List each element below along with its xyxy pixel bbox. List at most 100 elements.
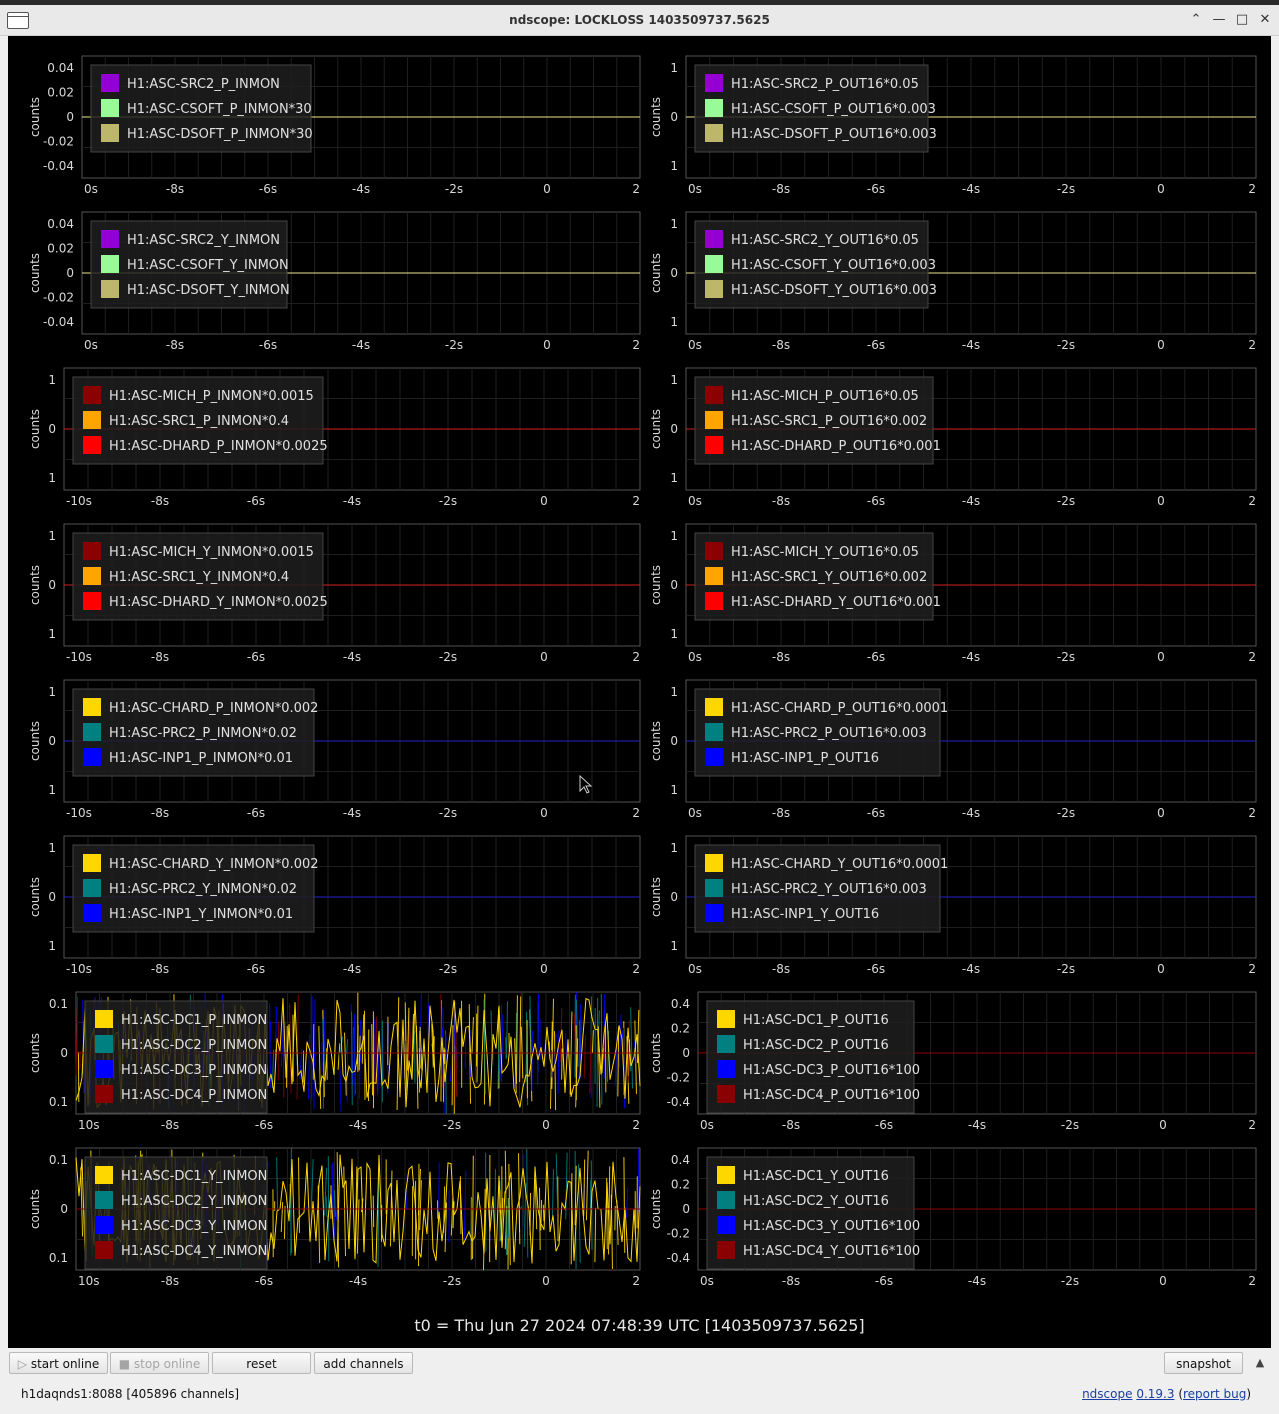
- signal-trace: [637, 1148, 640, 1212]
- y-tick-label: 0: [48, 578, 56, 592]
- x-tick-label: -8s: [772, 962, 790, 976]
- ndscope-link[interactable]: ndscope: [1082, 1387, 1132, 1401]
- minimize-icon[interactable]: —: [1210, 11, 1228, 29]
- x-tick-label: -8s: [772, 650, 790, 664]
- signal-trace: [515, 995, 518, 1084]
- legend-swatch: [83, 592, 101, 610]
- x-tick-label: -4s: [962, 182, 980, 196]
- y-tick-label: 1: [48, 471, 56, 485]
- legend-label: H1:ASC-DSOFT_P_OUT16*0.003: [731, 127, 937, 142]
- x-tick-label: -2s: [1057, 182, 1075, 196]
- signal-trace: [371, 1024, 373, 1096]
- y-tick-label: 0: [682, 1046, 690, 1060]
- legend-swatch: [101, 74, 119, 92]
- legend-label: H1:ASC-SRC2_Y_OUT16*0.05: [731, 233, 919, 248]
- signal-trace: [455, 1021, 458, 1098]
- close-icon[interactable]: ✕: [1256, 11, 1274, 29]
- y-tick-label: 0.2: [671, 1178, 690, 1192]
- legend-label: H1:ASC-CHARD_P_OUT16*0.0001: [731, 701, 948, 716]
- x-tick-label: 0: [540, 806, 548, 820]
- plot-grid-area[interactable]: 0.04 0.02 0 -0.02 -0.04 counts 0s -8s -6s -4s -2s 0…: [8, 36, 1271, 1348]
- snapshot-button[interactable]: snapshot: [1164, 1352, 1243, 1374]
- reset-button[interactable]: reset: [212, 1352, 311, 1374]
- signal-trace: [325, 1196, 328, 1218]
- legend-label: H1:ASC-CHARD_Y_INMON*0.002: [109, 857, 319, 872]
- signal-trace: [306, 1205, 308, 1211]
- signal-trace: [280, 1202, 284, 1233]
- legend-swatch: [83, 854, 101, 872]
- plot-grid-svg[interactable]: 0.04 0.02 0 -0.02 -0.04 counts 0s -8s -6s -4s -2s 0…: [8, 36, 1271, 1348]
- x-tick-label: 0: [540, 962, 548, 976]
- y-axis-label: counts: [649, 565, 663, 605]
- maximize-icon[interactable]: □: [1233, 11, 1251, 29]
- legend-label: H1:ASC-DC4_Y_INMON: [121, 1244, 267, 1259]
- legend-label: H1:ASC-DHARD_Y_OUT16*0.001: [731, 595, 941, 610]
- y-axis-label: counts: [649, 97, 663, 137]
- x-tick-label: -6s: [875, 1118, 893, 1132]
- x-tick-label: 0s: [688, 650, 702, 664]
- about-line: ndscope 0.19.3 (report bug): [1082, 1387, 1251, 1401]
- x-tick-label: -8s: [772, 182, 790, 196]
- y-tick-label: 0.04: [47, 217, 74, 231]
- expand-up-icon[interactable]: ▲: [1249, 1352, 1271, 1374]
- x-tick-label: -6s: [875, 1274, 893, 1288]
- add-channels-button[interactable]: add channels: [314, 1352, 413, 1374]
- legend-swatch: [101, 230, 119, 248]
- legend-swatch: [717, 1216, 735, 1234]
- x-tick-label: -6s: [867, 182, 885, 196]
- y-tick-label: 1: [670, 529, 678, 543]
- legend-swatch: [101, 255, 119, 273]
- y-tick-label: 1: [48, 685, 56, 699]
- x-tick-label: 2: [1248, 338, 1256, 352]
- legend-swatch: [705, 411, 723, 429]
- x-tick-label: -2s: [1057, 338, 1075, 352]
- shade-up-icon[interactable]: ⌃: [1187, 11, 1205, 29]
- legend-label: H1:ASC-SRC2_P_OUT16*0.05: [731, 77, 919, 92]
- signal-trace: [630, 1007, 634, 1089]
- report-bug-link[interactable]: report bug: [1183, 1387, 1246, 1401]
- legend-label: H1:ASC-CSOFT_Y_OUT16*0.003: [731, 258, 936, 273]
- x-tick-label: 0: [542, 1118, 550, 1132]
- x-tick-label: 0: [1157, 182, 1165, 196]
- y-tick-label: 0: [48, 422, 56, 436]
- y-tick-label: 1: [48, 529, 56, 543]
- legend-label: H1:ASC-INP1_P_OUT16: [731, 751, 879, 766]
- x-tick-label: 10s: [78, 1118, 100, 1132]
- signal-trace: [409, 1020, 412, 1058]
- y-tick-label: 1: [48, 783, 56, 797]
- legend-label: H1:ASC-PRC2_Y_OUT16*0.003: [731, 882, 927, 897]
- legend-label: H1:ASC-CSOFT_P_OUT16*0.003: [731, 102, 936, 117]
- x-tick-label: 0: [1157, 650, 1165, 664]
- x-tick-label: -6s: [247, 806, 265, 820]
- y-tick-label: -0.2: [667, 1227, 690, 1241]
- version-link[interactable]: 0.19.3: [1136, 1387, 1174, 1401]
- legend-label: H1:ASC-MICH_P_INMON*0.0015: [109, 389, 314, 404]
- x-tick-label: 0s: [688, 494, 702, 508]
- x-tick-label: 2: [632, 1118, 640, 1132]
- legend-label: H1:ASC-DC1_P_INMON: [121, 1013, 267, 1028]
- signal-trace: [298, 1157, 300, 1233]
- x-tick-label: -2s: [443, 1274, 461, 1288]
- legend-label: H1:ASC-DHARD_Y_INMON*0.0025: [109, 595, 328, 610]
- signal-trace: [594, 1207, 597, 1263]
- t0-label: t0 = Thu Jun 27 2024 07:48:39 UTC [14035…: [414, 1316, 865, 1335]
- signal-trace: [537, 993, 540, 1085]
- y-tick-label: 0: [682, 1202, 690, 1216]
- y-tick-label: 1: [670, 783, 678, 797]
- start-online-button[interactable]: ▷ start online: [9, 1352, 108, 1374]
- y-tick-label: 0: [66, 266, 74, 280]
- signal-trace: [463, 1170, 467, 1240]
- legend-label: H1:ASC-SRC1_Y_INMON*0.4: [109, 570, 289, 585]
- stop-online-label: stop online: [133, 1357, 201, 1371]
- x-tick-label: -6s: [259, 338, 277, 352]
- signal-trace: [472, 1155, 474, 1259]
- x-tick-label: 10s: [78, 1274, 100, 1288]
- signal-trace: [338, 1052, 342, 1112]
- legend-swatch: [101, 280, 119, 298]
- window-titlebar[interactable]: ndscope: LOCKLOSS 1403509737.5625 ⌃ — □ …: [0, 5, 1279, 36]
- x-tick-label: -2s: [439, 650, 457, 664]
- stop-online-button[interactable]: ■ stop online: [110, 1352, 209, 1374]
- legend-swatch: [83, 567, 101, 585]
- signal-trace: [470, 1198, 473, 1243]
- legend-label: H1:ASC-PRC2_P_OUT16*0.003: [731, 726, 927, 741]
